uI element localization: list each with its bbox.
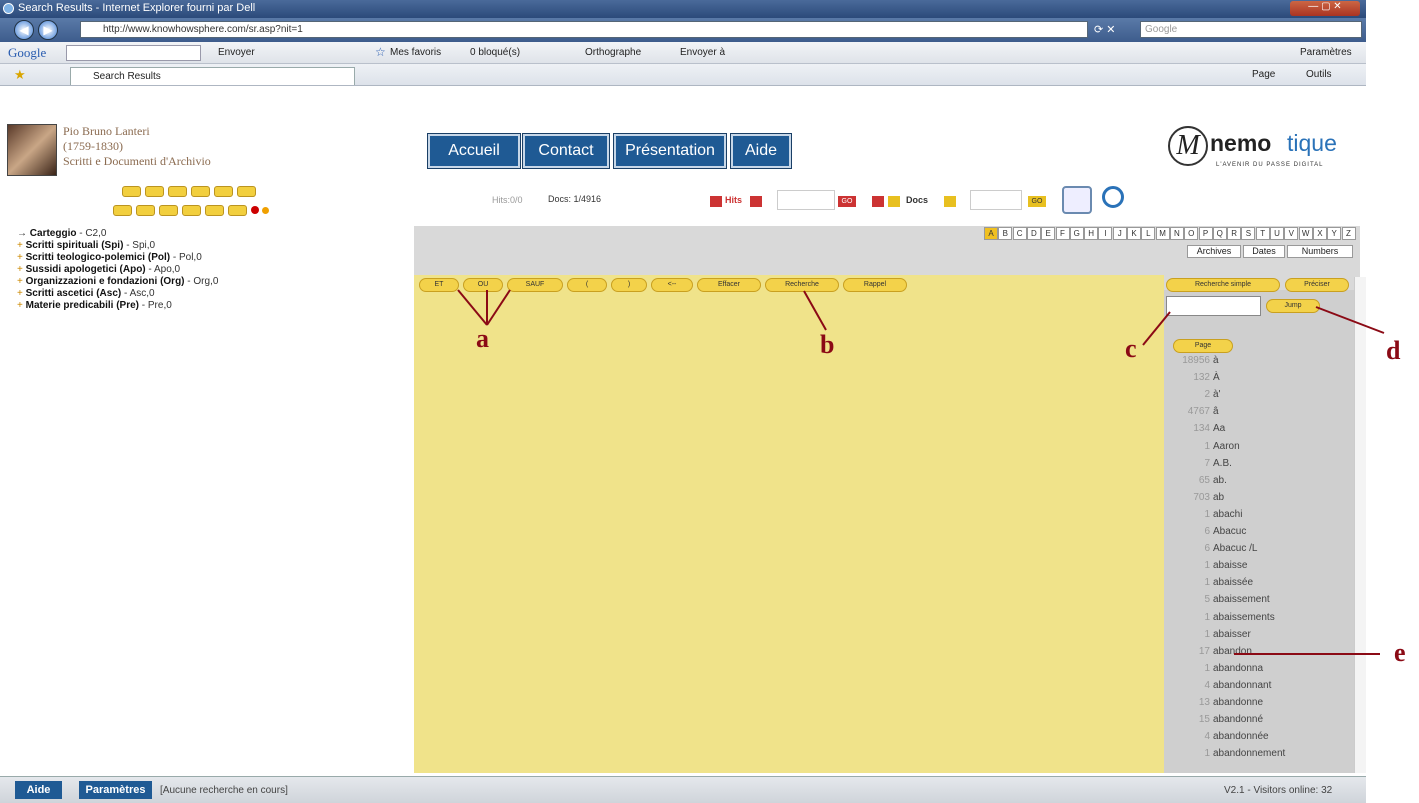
annotation-b: b — [820, 330, 835, 359]
status-parametres-button[interactable]: Paramètres — [79, 781, 152, 799]
annotation-lines — [457, 289, 1385, 655]
annotation-line-b — [803, 290, 827, 331]
status-version: V2.1 - Visitors online: 32 — [1224, 785, 1333, 796]
annotation-line-d — [1315, 306, 1385, 334]
annotation-c: c — [1125, 334, 1137, 363]
annotation-d: d — [1386, 336, 1401, 365]
annotation-line-a — [486, 289, 511, 326]
annotation-a: a — [476, 324, 489, 353]
annotation-e: e — [1394, 638, 1406, 667]
annotation-line-a — [457, 289, 488, 326]
status-aide-button[interactable]: Aide — [15, 781, 62, 799]
status-message: [Aucune recherche en cours] — [160, 785, 288, 796]
status-bar: Aide Paramètres [Aucune recherche en cou… — [0, 776, 1366, 803]
annotation-line-c — [1142, 311, 1171, 346]
